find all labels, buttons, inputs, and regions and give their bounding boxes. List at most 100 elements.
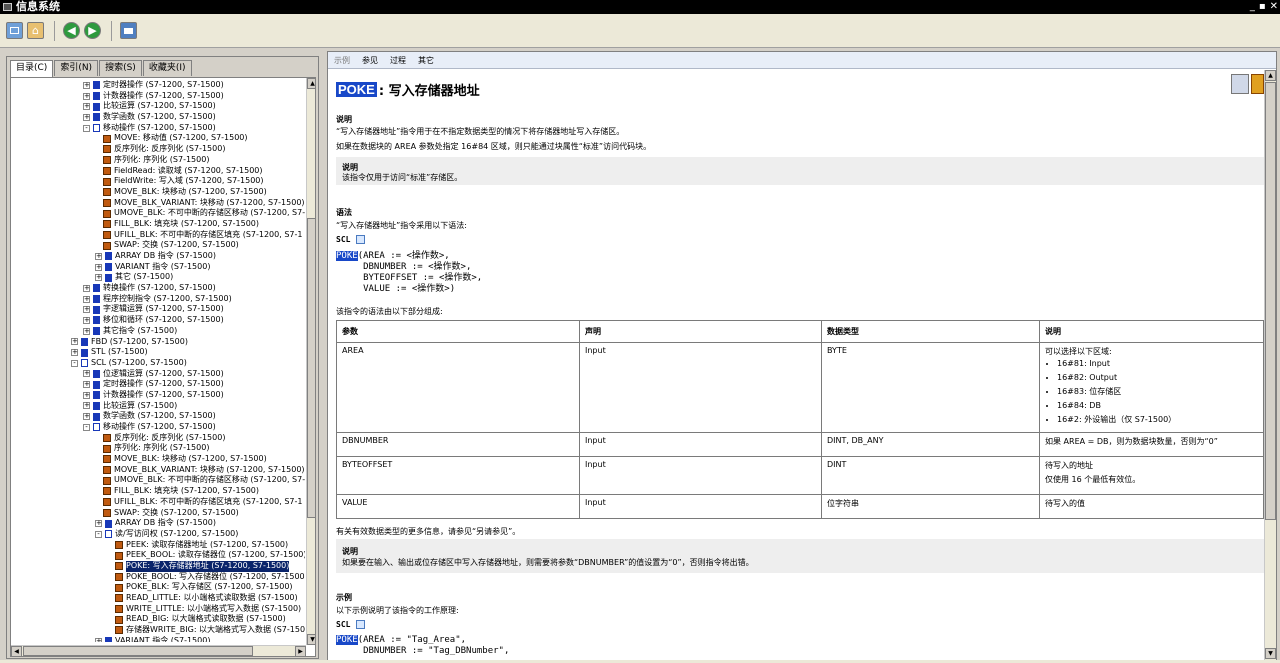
tab-see-also[interactable]: 参见 — [362, 55, 378, 66]
expand-icon[interactable]: + — [83, 402, 90, 410]
tree-item[interactable]: WRITE_LITTLE: 以小端格式写入数据 (S7-1500) — [11, 604, 305, 615]
maximize-button[interactable]: ▪ — [1259, 0, 1266, 14]
expand-icon[interactable]: + — [83, 413, 90, 421]
expand-icon[interactable]: + — [83, 81, 90, 89]
link-arrow-icon[interactable] — [1251, 74, 1264, 94]
expand-icon[interactable]: + — [71, 349, 78, 357]
expand-icon[interactable]: + — [83, 295, 90, 303]
tree-item[interactable]: + 其它指令 (S7-1500) — [11, 326, 305, 337]
tree-item[interactable]: + 字逻辑运算 (S7-1200, S7-1500) — [11, 304, 305, 315]
tree-item[interactable]: + FBD (S7-1200, S7-1500) — [11, 337, 305, 348]
tree-horizontal-scrollbar[interactable]: ◀ ▶ — [11, 645, 306, 656]
home-button[interactable]: ⌂ — [27, 22, 44, 39]
tree-item[interactable]: POKE_BOOL: 写入存储器位 (S7-1200, S7-1500) — [11, 572, 305, 583]
expand-icon[interactable]: + — [83, 316, 90, 324]
tree-item[interactable]: SWAP: 交换 (S7-1200, S7-1500) — [11, 508, 305, 519]
scroll-right-button[interactable]: ▶ — [295, 646, 306, 656]
back-button[interactable]: ◀ — [63, 22, 80, 39]
tree-item[interactable]: UFILL_BLK: 不可中断的存储区填充 (S7-1200, S7-1 — [11, 497, 305, 508]
tree-item[interactable]: + 计数器操作 (S7-1200, S7-1500) — [11, 390, 305, 401]
tree-item[interactable]: MOVE_BLK_VARIANT: 块移动 (S7-1200, S7-1500) — [11, 465, 305, 476]
tree-item[interactable]: 存储器WRITE_BIG: 以大端格式写入数据 (S7-1500 — [11, 625, 305, 636]
collapse-icon[interactable]: - — [83, 124, 90, 132]
tab-contents[interactable]: 目录(C) — [10, 60, 54, 77]
collapse-icon[interactable]: - — [83, 423, 90, 431]
tab-other[interactable]: 其它 — [418, 55, 434, 66]
copy-icon[interactable] — [356, 620, 366, 629]
tree-item[interactable]: + 定时器操作 (S7-1200, S7-1500) — [11, 80, 305, 91]
expand-icon[interactable]: + — [83, 103, 90, 111]
tree-item[interactable]: + 程序控制指令 (S7-1200, S7-1500) — [11, 294, 305, 305]
horizontal-scroll-thumb[interactable] — [23, 646, 253, 656]
tree-item[interactable]: PEEK: 读取存储器地址 (S7-1200, S7-1500) — [11, 540, 305, 551]
tree-item[interactable]: UMOVE_BLK: 不可中断的存储区移动 (S7-1200, S7-1 — [11, 208, 305, 219]
tree-item[interactable]: 序列化: 序列化 (S7-1500) — [11, 443, 305, 454]
expand-icon[interactable]: + — [95, 520, 102, 528]
help-question-icon[interactable] — [1231, 74, 1249, 94]
tree-item[interactable]: MOVE: 移动值 (S7-1200, S7-1500) — [11, 133, 305, 144]
tree-item-selected[interactable]: POKE: 写入存储器地址 (S7-1200, S7-1500) — [11, 560, 305, 572]
tree-item[interactable]: READ_BIG: 以大端格式读取数据 (S7-1500) — [11, 614, 305, 625]
forward-button[interactable]: ▶ — [84, 22, 101, 39]
tree-item[interactable]: + ARRAY DB 指令 (S7-1500) — [11, 518, 305, 529]
expand-icon[interactable]: + — [83, 113, 90, 121]
tree-item[interactable]: + VARIANT 指令 (S7-1500) — [11, 262, 305, 273]
expand-icon[interactable]: + — [95, 252, 102, 260]
collapse-icon[interactable]: - — [95, 530, 102, 538]
tree-item[interactable]: - 移动操作 (S7-1200, S7-1500) — [11, 123, 305, 134]
tree-item[interactable]: + 数学函数 (S7-1200, S7-1500) — [11, 112, 305, 123]
expand-icon[interactable]: + — [71, 338, 78, 346]
tree-item[interactable]: READ_LITTLE: 以小端格式读取数据 (S7-1500) — [11, 593, 305, 604]
expand-icon[interactable]: + — [83, 92, 90, 100]
tab-index[interactable]: 索引(N) — [54, 60, 99, 76]
tree-item[interactable]: FieldWrite: 写入域 (S7-1200, S7-1500) — [11, 176, 305, 187]
tab-favorites[interactable]: 收藏夹(I) — [142, 60, 192, 76]
tree-item[interactable]: 反序列化: 反序列化 (S7-1500) — [11, 144, 305, 155]
tree-item[interactable]: + ARRAY DB 指令 (S7-1500) — [11, 251, 305, 262]
close-button[interactable]: ✕ — [1270, 0, 1278, 14]
expand-icon[interactable]: + — [95, 274, 102, 282]
expand-icon[interactable]: + — [83, 381, 90, 389]
hide-navigation-button[interactable] — [6, 22, 23, 39]
tree-item[interactable]: PEEK_BOOL: 读取存储器位 (S7-1200, S7-1500) — [11, 550, 305, 561]
tree-item[interactable]: POKE_BLK: 写入存储区 (S7-1200, S7-1500) — [11, 582, 305, 593]
tree-item[interactable]: + 转换操作 (S7-1200, S7-1500) — [11, 283, 305, 294]
tree-item[interactable]: + 比较运算 (S7-1200, S7-1500) — [11, 101, 305, 112]
tree-item[interactable]: - 移动操作 (S7-1200, S7-1500) — [11, 422, 305, 433]
expand-icon[interactable]: + — [95, 637, 102, 642]
expand-icon[interactable]: + — [83, 327, 90, 335]
expand-icon[interactable]: + — [83, 284, 90, 292]
scroll-down-button[interactable]: ▼ — [307, 634, 315, 645]
print-button[interactable] — [120, 22, 137, 39]
tree-item[interactable]: + STL (S7-1500) — [11, 347, 305, 358]
expand-icon[interactable]: + — [83, 306, 90, 314]
scroll-up-button[interactable]: ▲ — [307, 78, 315, 89]
content-vertical-scrollbar[interactable]: ▲ ▼ — [1264, 70, 1276, 660]
tree-item[interactable]: + 其它 (S7-1500) — [11, 272, 305, 283]
tree-item[interactable]: + 比较运算 (S7-1500) — [11, 401, 305, 412]
tree-item[interactable]: FILL_BLK: 填充块 (S7-1200, S7-1500) — [11, 486, 305, 497]
collapse-icon[interactable]: - — [71, 359, 78, 367]
scroll-thumb[interactable] — [1265, 82, 1276, 520]
tree-item[interactable]: + 定时器操作 (S7-1200, S7-1500) — [11, 379, 305, 390]
tree-item[interactable]: FILL_BLK: 填充块 (S7-1200, S7-1500) — [11, 219, 305, 230]
tree-vertical-scrollbar[interactable]: ▲ ▼ — [306, 78, 315, 645]
tab-procedures[interactable]: 过程 — [390, 55, 406, 66]
tree-item[interactable]: UMOVE_BLK: 不可中断的存储区移动 (S7-1200, S7-1 — [11, 475, 305, 486]
tab-search[interactable]: 搜索(S) — [99, 60, 142, 76]
tree-item[interactable]: 序列化: 序列化 (S7-1500) — [11, 155, 305, 166]
minimize-button[interactable]: _ — [1250, 0, 1255, 14]
tree-item[interactable]: 反序列化: 反序列化 (S7-1500) — [11, 433, 305, 444]
tree-item[interactable]: MOVE_BLK_VARIANT: 块移动 (S7-1200, S7-1500) — [11, 198, 305, 209]
tree-item[interactable]: + 计数器操作 (S7-1200, S7-1500) — [11, 91, 305, 102]
expand-icon[interactable]: + — [83, 370, 90, 378]
tree-item[interactable]: MOVE_BLK: 块移动 (S7-1200, S7-1500) — [11, 187, 305, 198]
tab-examples[interactable]: 示例 — [334, 55, 350, 66]
tree-item[interactable]: + 数学函数 (S7-1200, S7-1500) — [11, 411, 305, 422]
tree-item[interactable]: + 移位和循环 (S7-1200, S7-1500) — [11, 315, 305, 326]
expand-icon[interactable]: + — [83, 391, 90, 399]
expand-icon[interactable]: + — [95, 263, 102, 271]
tree-item[interactable]: - 读/写访问权 (S7-1200, S7-1500) — [11, 529, 305, 540]
scroll-left-button[interactable]: ◀ — [11, 646, 22, 656]
scroll-thumb[interactable] — [307, 218, 315, 518]
